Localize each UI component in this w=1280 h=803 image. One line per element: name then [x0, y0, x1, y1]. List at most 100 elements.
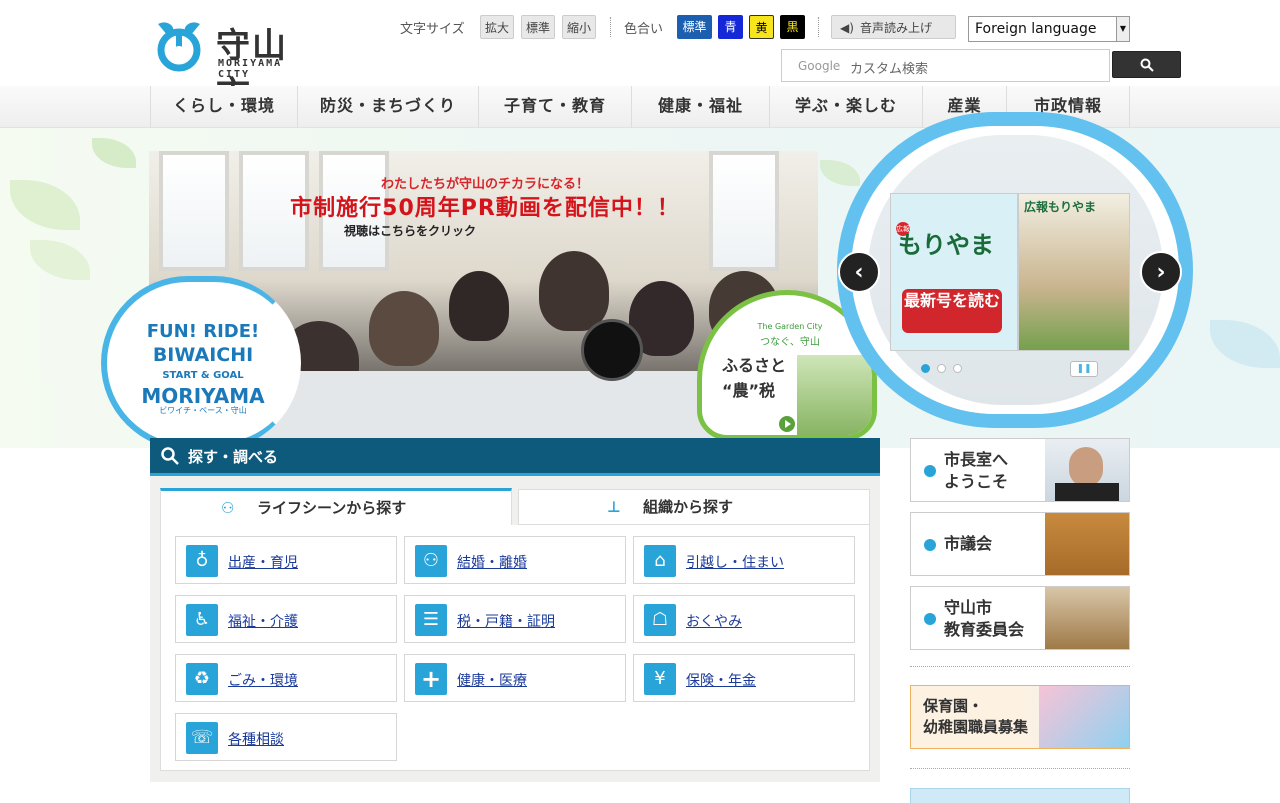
category-label[interactable]: ごみ・環境: [228, 670, 298, 690]
search-button[interactable]: [1112, 51, 1181, 78]
nursery-recruit-line2: 幼稚園職員募集: [923, 718, 1029, 736]
category-insurance[interactable]: ¥ 保険・年金: [633, 654, 855, 702]
tab-life-scene-label: ライフシーンから探す: [257, 499, 407, 517]
biwaichi-line3: START & GOAL: [162, 370, 244, 381]
category-label[interactable]: 各種相談: [228, 729, 284, 749]
pause-icon: ❚❚: [1076, 364, 1092, 374]
category-tax[interactable]: ☰ 税・戸籍・証明: [404, 595, 626, 643]
tab-life-scene[interactable]: ⚇ ライフシーンから探す: [160, 488, 512, 526]
color-yellow-button[interactable]: 黄: [749, 15, 774, 39]
font-size-standard-button[interactable]: 標準: [521, 15, 555, 39]
hero-title: 市制施行50周年PR動画を配信中！！: [290, 196, 680, 221]
council-photo: [1045, 513, 1129, 575]
category-welfare[interactable]: ♿ 福祉・介護: [175, 595, 397, 643]
category-label[interactable]: 保険・年金: [686, 670, 756, 690]
arrow-right-icon: [924, 465, 936, 477]
divider: [818, 17, 819, 37]
category-label[interactable]: 健康・医療: [457, 670, 527, 690]
arrow-right-icon: [924, 613, 936, 625]
house-icon: ⌂: [644, 545, 676, 577]
photo-figure: [539, 251, 609, 331]
board-of-education-link[interactable]: 守山市 教育委員会: [910, 586, 1130, 650]
mayor-label-line2: ようこそ: [944, 472, 1009, 491]
mayor-label: 市長室へ ようこそ: [944, 449, 1008, 493]
nav-manabu[interactable]: 学ぶ・楽しむ: [770, 86, 923, 128]
font-size-label: 文字サイズ: [400, 22, 465, 37]
language-select[interactable]: Foreign language ▼: [968, 16, 1130, 42]
category-label[interactable]: 出産・育児: [228, 552, 298, 572]
consultation-icon: ☏: [186, 722, 218, 754]
carousel-dot-active[interactable]: [921, 364, 930, 373]
side-banner-partial[interactable]: [910, 788, 1130, 803]
category-health[interactable]: + 健康・医療: [404, 654, 626, 702]
color-blue-button[interactable]: 青: [718, 15, 743, 39]
mayor-label-line1: 市長室へ: [944, 450, 1009, 469]
read-aloud-button[interactable]: ◀) 音声読み上げ: [831, 15, 956, 39]
color-standard-button[interactable]: 標準: [677, 15, 712, 39]
chevron-right-icon: ›: [1156, 260, 1166, 285]
nursery-recruit-line1: 保育園・: [923, 697, 984, 715]
category-consultation[interactable]: ☏ 各種相談: [175, 713, 397, 761]
children-photo: [1039, 686, 1129, 748]
wheelchair-icon: ♿: [186, 604, 218, 636]
color-black-button[interactable]: 黒: [780, 15, 805, 39]
category-condolence[interactable]: ☖ おくやみ: [633, 595, 855, 643]
council-label: 市議会: [944, 534, 993, 553]
nav-kosodate[interactable]: 子育て・教育: [479, 86, 632, 128]
tab-organization-label: 組織から探す: [643, 498, 734, 516]
window-decoration: [159, 151, 229, 271]
yen-bag-icon: ¥: [644, 663, 676, 695]
read-latest-button[interactable]: 最新号を読む: [902, 289, 1002, 333]
hero-cta[interactable]: 視聴はこちらをクリック: [250, 222, 570, 239]
carousel-prev-button[interactable]: ‹: [838, 251, 880, 293]
category-moving[interactable]: ⌂ 引越し・住まい: [633, 536, 855, 584]
board-label-line2: 教育委員会: [944, 620, 1025, 639]
site-search-input[interactable]: Google カスタム検索: [781, 49, 1110, 82]
speaker-icon: ◀): [840, 21, 854, 35]
nav-kenko[interactable]: 健康・福祉: [632, 86, 770, 128]
language-select-value: Foreign language: [975, 21, 1097, 37]
koho-title: もりやま: [898, 230, 994, 259]
category-label[interactable]: 引越し・住まい: [686, 552, 784, 572]
category-label[interactable]: おくやみ: [686, 611, 742, 631]
family-icon: ⚇: [221, 499, 235, 517]
document-icon: ☰: [415, 604, 447, 636]
koho-issue-photo[interactable]: [1018, 193, 1130, 351]
search-icon: [161, 447, 179, 465]
koho-mini-title: 広報もりやま: [1024, 200, 1097, 214]
font-size-enlarge-button[interactable]: 拡大: [480, 15, 514, 39]
mayor-face: [1069, 447, 1103, 487]
category-label[interactable]: 結婚・離婚: [457, 552, 527, 572]
nav-kurashi[interactable]: くらし・環境: [150, 86, 298, 128]
furusato-title-2: “農”税: [722, 381, 776, 400]
city-name-en: MORIYAMA CITY: [218, 58, 283, 80]
council-link[interactable]: 市議会: [910, 512, 1130, 576]
carousel-pause-button[interactable]: ❚❚: [1070, 361, 1098, 377]
read-aloud-label: 音声読み上げ: [860, 21, 933, 35]
biwaichi-line1: FUN! RIDE!: [146, 321, 260, 342]
category-label[interactable]: 福祉・介護: [228, 611, 298, 631]
category-garbage[interactable]: ♻ ごみ・環境: [175, 654, 397, 702]
nursery-recruit-label: 保育園・ 幼稚園職員募集: [923, 696, 1028, 738]
field-photo: [797, 355, 872, 435]
category-marriage[interactable]: ⚇ 結婚・離婚: [404, 536, 626, 584]
photo-figure: [449, 271, 509, 341]
nav-bousai[interactable]: 防災・まちづくり: [298, 86, 479, 128]
category-childbirth[interactable]: ♁ 出産・育児: [175, 536, 397, 584]
board-label-line1: 守山市: [944, 598, 993, 617]
nursery-recruit-banner[interactable]: 保育園・ 幼稚園職員募集: [910, 685, 1130, 749]
mayor-link[interactable]: 市長室へ ようこそ: [910, 438, 1130, 502]
carousel-next-button[interactable]: ›: [1140, 251, 1182, 293]
memorial-icon: ☖: [644, 604, 676, 636]
category-label[interactable]: 税・戸籍・証明: [457, 611, 555, 631]
medical-cross-icon: +: [415, 663, 447, 695]
carousel-dot[interactable]: [937, 364, 946, 373]
org-chart-icon: ⊥: [607, 498, 621, 516]
carousel-dot[interactable]: [953, 364, 962, 373]
furusato-slogan-en: The Garden City: [757, 322, 823, 331]
font-size-shrink-button[interactable]: 縮小: [562, 15, 596, 39]
tab-organization[interactable]: ⊥ 組織から探す: [518, 489, 870, 525]
furusato-slogan: つなぐ、守山: [760, 337, 820, 348]
city-logo[interactable]: 守山市 MORIYAMA CITY: [150, 16, 320, 115]
biwaichi-line2: BIWAICHI: [152, 344, 254, 366]
